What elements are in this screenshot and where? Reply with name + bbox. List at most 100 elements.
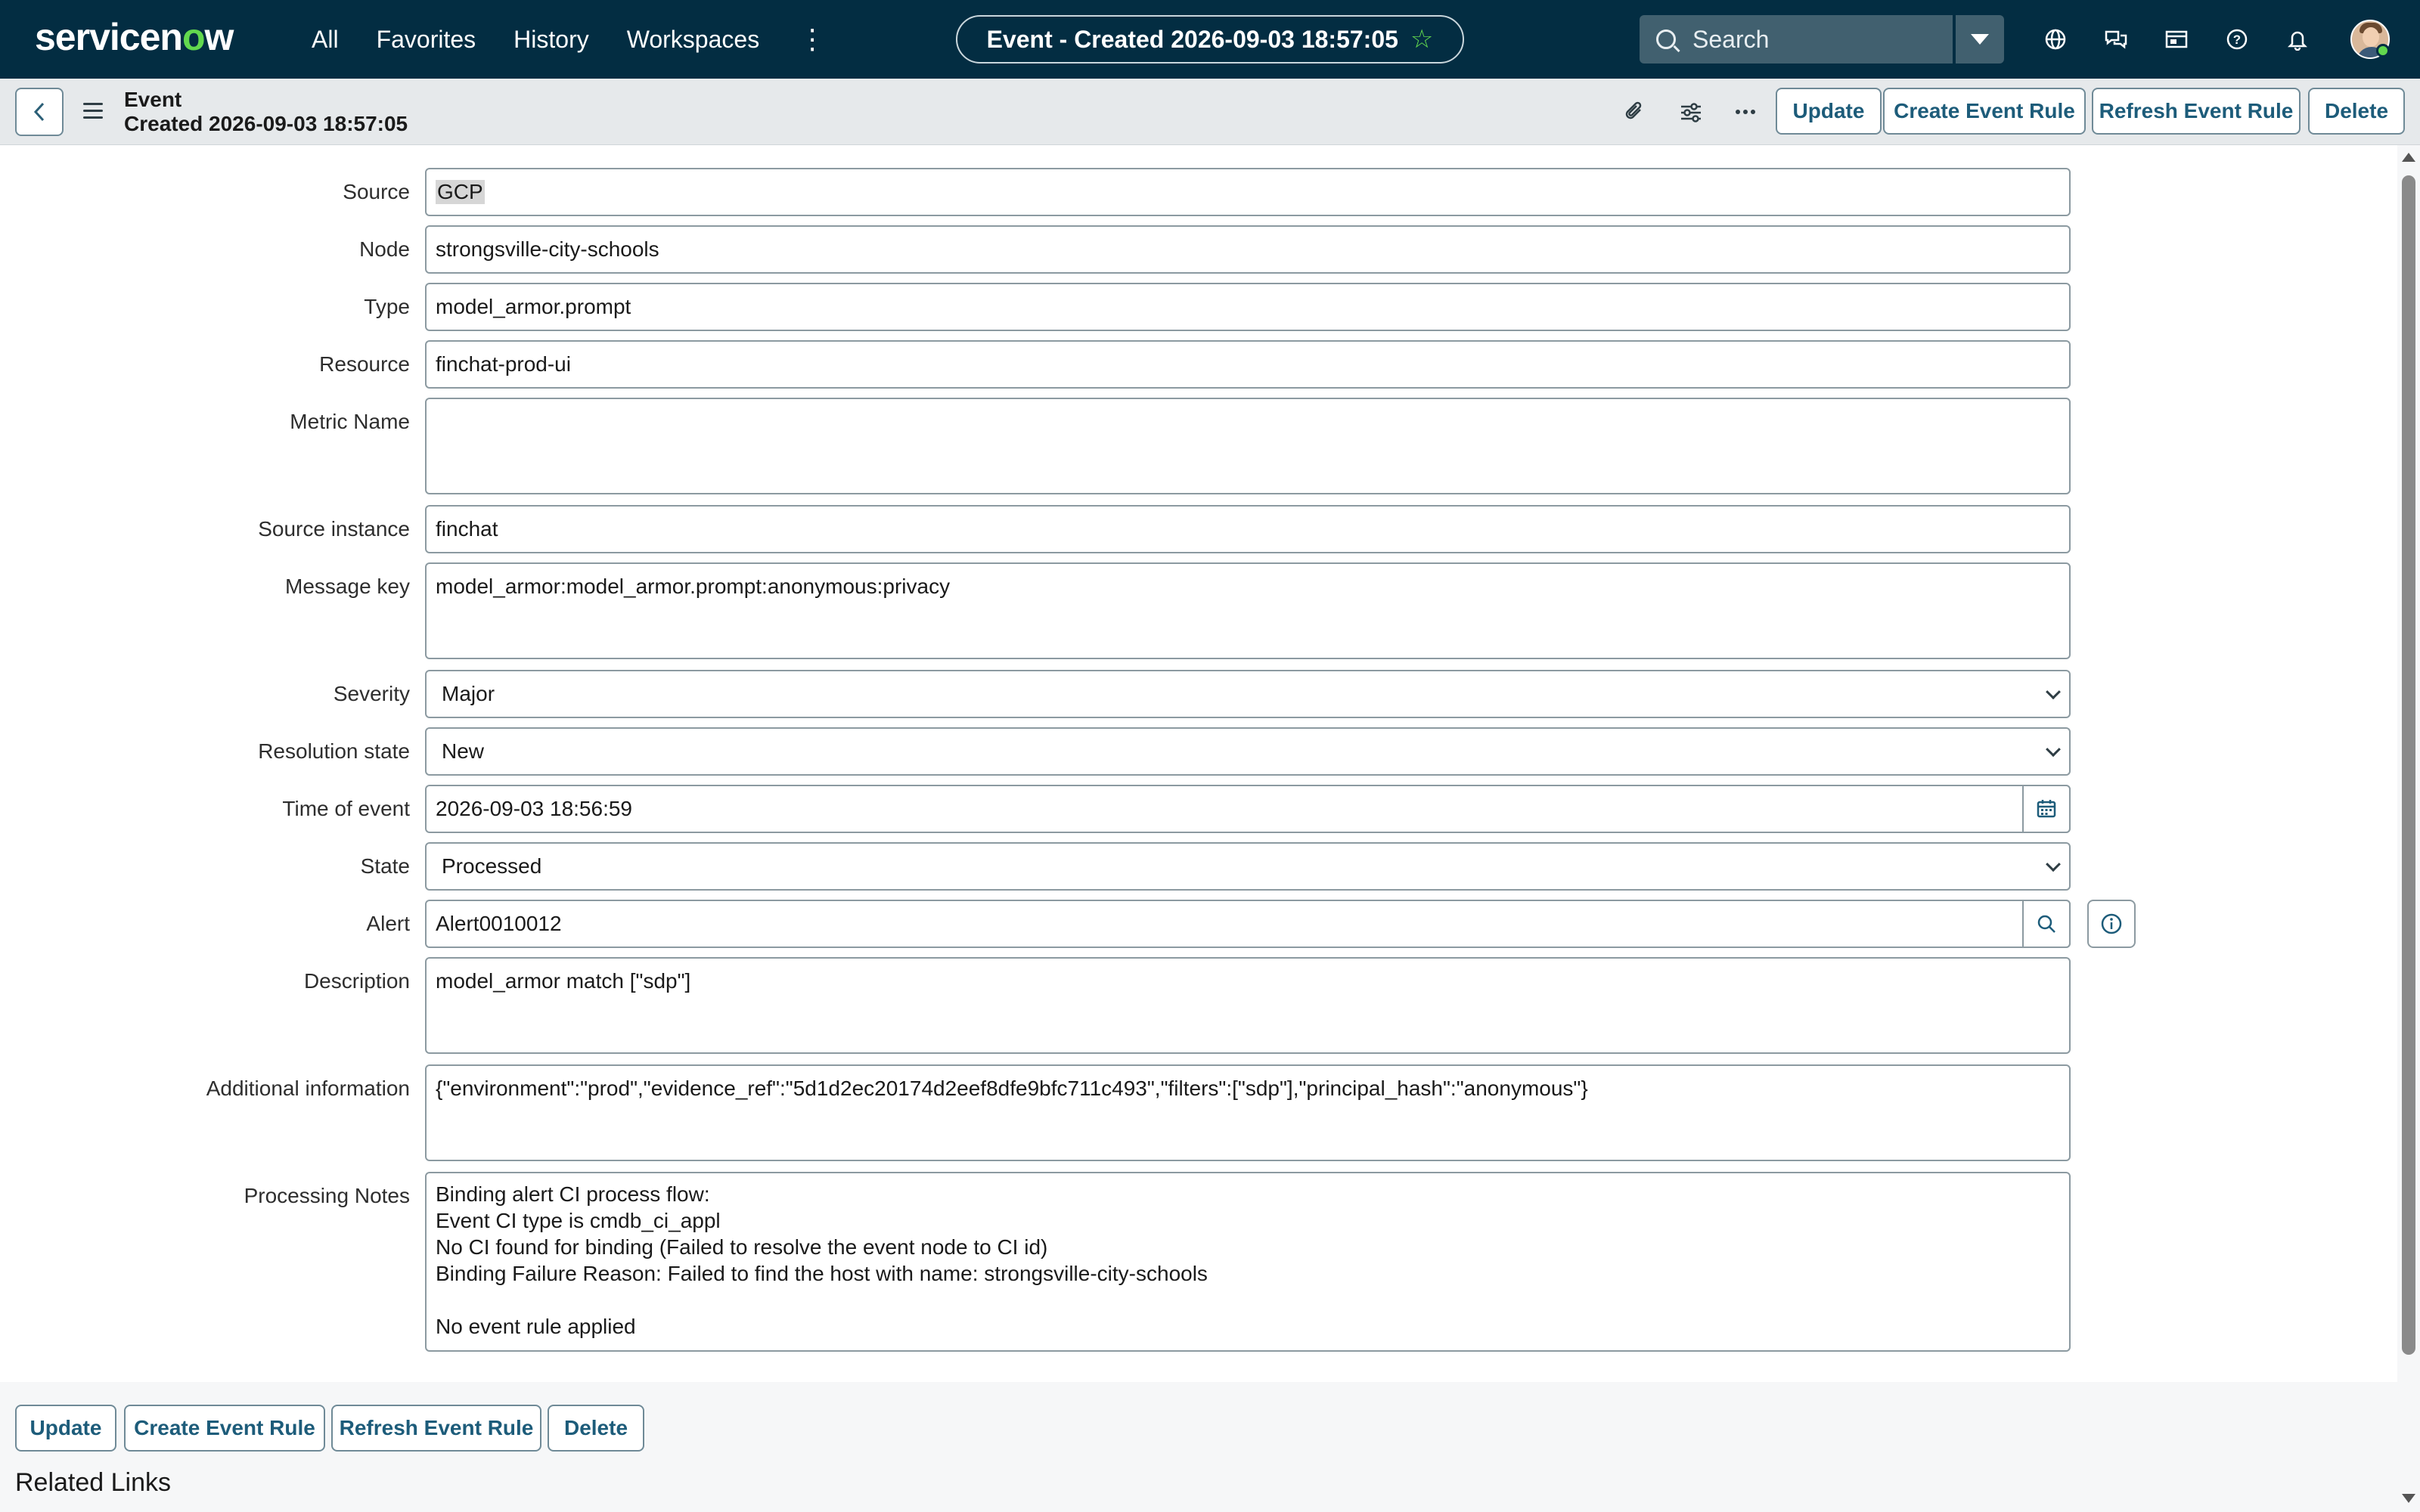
additional-info-label: Additional information bbox=[206, 1077, 410, 1100]
node-label: Node bbox=[359, 237, 410, 261]
attachment-icon[interactable] bbox=[1620, 97, 1650, 127]
record-header: Event Created 2026-09-03 18:57:05 Update… bbox=[0, 79, 2420, 145]
help-icon[interactable]: ? bbox=[2222, 24, 2252, 54]
search-scope-dropdown[interactable] bbox=[1954, 15, 2004, 64]
resource-value: finchat-prod-ui bbox=[436, 352, 571, 376]
time-of-event-label: Time of event bbox=[282, 797, 410, 820]
record-title: Event Created 2026-09-03 18:57:05 bbox=[124, 88, 408, 136]
alert-label: Alert bbox=[366, 912, 410, 935]
top-nav: servicenow All Favorites History Workspa… bbox=[0, 0, 2420, 79]
context-title-pill[interactable]: Event - Created 2026-09-03 18:57:05 ☆ bbox=[956, 15, 1464, 64]
scroll-up-arrow[interactable] bbox=[2402, 153, 2415, 162]
update-button[interactable]: Update bbox=[1776, 88, 1882, 135]
additional-info-value: {"environment":"prod","evidence_ref":"5d… bbox=[436, 1077, 1588, 1100]
footer-delete-button[interactable]: Delete bbox=[548, 1405, 644, 1452]
calendar-button[interactable] bbox=[2022, 785, 2071, 833]
metric-name-label: Metric Name bbox=[290, 410, 410, 433]
processing-notes-field[interactable]: Binding alert CI process flow: Event CI … bbox=[425, 1172, 2071, 1352]
info-icon bbox=[2101, 913, 2122, 934]
description-field[interactable]: model_armor match ["sdp"] bbox=[425, 957, 2071, 1054]
processing-note-line: No event rule applied bbox=[436, 1315, 636, 1338]
source-instance-field[interactable]: finchat bbox=[425, 505, 2071, 553]
message-key-label: Message key bbox=[285, 575, 410, 598]
nav-links: All Favorites History Workspaces ⋮ bbox=[312, 0, 826, 79]
source-label: Source bbox=[343, 180, 410, 203]
resource-label: Resource bbox=[319, 352, 410, 376]
alert-field[interactable]: Alert0010012 bbox=[425, 900, 2071, 948]
processing-note-line: Binding alert CI process flow: bbox=[436, 1182, 710, 1206]
resource-field[interactable]: finchat-prod-ui bbox=[425, 340, 2071, 389]
severity-label: Severity bbox=[333, 682, 410, 705]
form-menu-icon[interactable] bbox=[83, 103, 103, 119]
processing-notes-label: Processing Notes bbox=[244, 1184, 410, 1207]
svg-text:?: ? bbox=[2233, 33, 2241, 47]
processing-note-line: Binding Failure Reason: Failed to find t… bbox=[436, 1262, 1208, 1285]
description-value: model_armor match ["sdp"] bbox=[436, 969, 691, 993]
source-value: GCP bbox=[436, 180, 485, 204]
state-label: State bbox=[360, 854, 410, 878]
alert-info-button[interactable] bbox=[2087, 900, 2136, 948]
processing-note-line: Event CI type is cmdb_ci_appl bbox=[436, 1209, 721, 1232]
chevron-down-icon bbox=[1971, 34, 1989, 45]
more-menu-icon[interactable]: ⋮ bbox=[799, 23, 826, 55]
severity-value: Major bbox=[442, 682, 495, 705]
chevron-down-icon bbox=[2046, 684, 2061, 700]
event-form: Source GCP Node strongsville-city-school… bbox=[0, 145, 2397, 1382]
footer-refresh-event-rule-button[interactable]: Refresh Event Rule bbox=[331, 1405, 541, 1452]
related-links-heading: Related Links bbox=[15, 1468, 172, 1497]
time-of-event-field[interactable]: 2026-09-03 18:56:59 bbox=[425, 785, 2071, 833]
nav-all[interactable]: All bbox=[312, 26, 339, 54]
node-value: strongsville-city-schools bbox=[436, 237, 659, 261]
back-button[interactable] bbox=[15, 88, 64, 136]
additional-info-field[interactable]: {"environment":"prod","evidence_ref":"5d… bbox=[425, 1064, 2071, 1161]
state-select[interactable]: Processed bbox=[425, 842, 2071, 891]
type-field[interactable]: model_armor.prompt bbox=[425, 283, 2071, 331]
resolution-state-label: Resolution state bbox=[258, 739, 410, 763]
source-field[interactable]: GCP bbox=[425, 168, 2071, 216]
time-of-event-value: 2026-09-03 18:56:59 bbox=[436, 797, 632, 820]
message-key-field[interactable]: model_armor:model_armor.prompt:anonymous… bbox=[425, 562, 2071, 659]
severity-select[interactable]: Major bbox=[425, 670, 2071, 718]
chat-icon[interactable] bbox=[2101, 24, 2131, 54]
type-value: model_armor.prompt bbox=[436, 295, 631, 318]
state-value: Processed bbox=[442, 854, 542, 878]
refresh-event-rule-button[interactable]: Refresh Event Rule bbox=[2092, 88, 2301, 135]
more-options-icon[interactable] bbox=[1730, 97, 1761, 127]
search-placeholder: Search bbox=[1692, 25, 1770, 53]
processing-note-line: No CI found for binding (Failed to resol… bbox=[436, 1235, 1048, 1259]
nav-history[interactable]: History bbox=[513, 26, 589, 54]
globe-icon[interactable] bbox=[2040, 24, 2071, 54]
nav-favorites[interactable]: Favorites bbox=[377, 26, 476, 54]
servicenow-logo[interactable]: servicenow bbox=[35, 15, 234, 59]
resolution-state-value: New bbox=[442, 739, 485, 763]
alert-lookup-button[interactable] bbox=[2022, 900, 2071, 948]
personalize-icon[interactable] bbox=[1676, 97, 1706, 127]
create-event-rule-button[interactable]: Create Event Rule bbox=[1883, 88, 2086, 135]
calendar-icon bbox=[2037, 800, 2056, 818]
footer-update-button[interactable]: Update bbox=[15, 1405, 116, 1452]
chevron-down-icon bbox=[2046, 857, 2061, 872]
source-instance-label: Source instance bbox=[258, 517, 410, 541]
star-icon[interactable]: ☆ bbox=[1410, 24, 1433, 54]
resolution-state-select[interactable]: New bbox=[425, 727, 2071, 776]
message-key-value: model_armor:model_armor.prompt:anonymous… bbox=[436, 575, 951, 598]
delete-button[interactable]: Delete bbox=[2308, 88, 2405, 135]
context-title: Event - Created 2026-09-03 18:57:05 bbox=[986, 25, 1398, 53]
inbox-icon[interactable] bbox=[2161, 24, 2192, 54]
bell-icon[interactable] bbox=[2282, 24, 2313, 54]
nav-workspaces[interactable]: Workspaces bbox=[627, 26, 759, 54]
global-search[interactable]: Search bbox=[1640, 15, 1953, 64]
scroll-down-arrow[interactable] bbox=[2402, 1494, 2415, 1503]
alert-value: Alert0010012 bbox=[436, 912, 562, 935]
online-status-dot bbox=[2376, 44, 2390, 57]
chevron-down-icon bbox=[2046, 742, 2061, 758]
metric-name-field[interactable] bbox=[425, 398, 2071, 494]
record-subtitle: Created 2026-09-03 18:57:05 bbox=[124, 112, 408, 135]
footer-create-event-rule-button[interactable]: Create Event Rule bbox=[124, 1405, 325, 1452]
node-field[interactable]: strongsville-city-schools bbox=[425, 225, 2071, 274]
type-label: Type bbox=[364, 295, 410, 318]
search-icon bbox=[1656, 29, 1676, 49]
scrollbar-thumb[interactable] bbox=[2402, 175, 2415, 1355]
description-label: Description bbox=[303, 969, 410, 993]
record-type: Event bbox=[124, 88, 182, 111]
